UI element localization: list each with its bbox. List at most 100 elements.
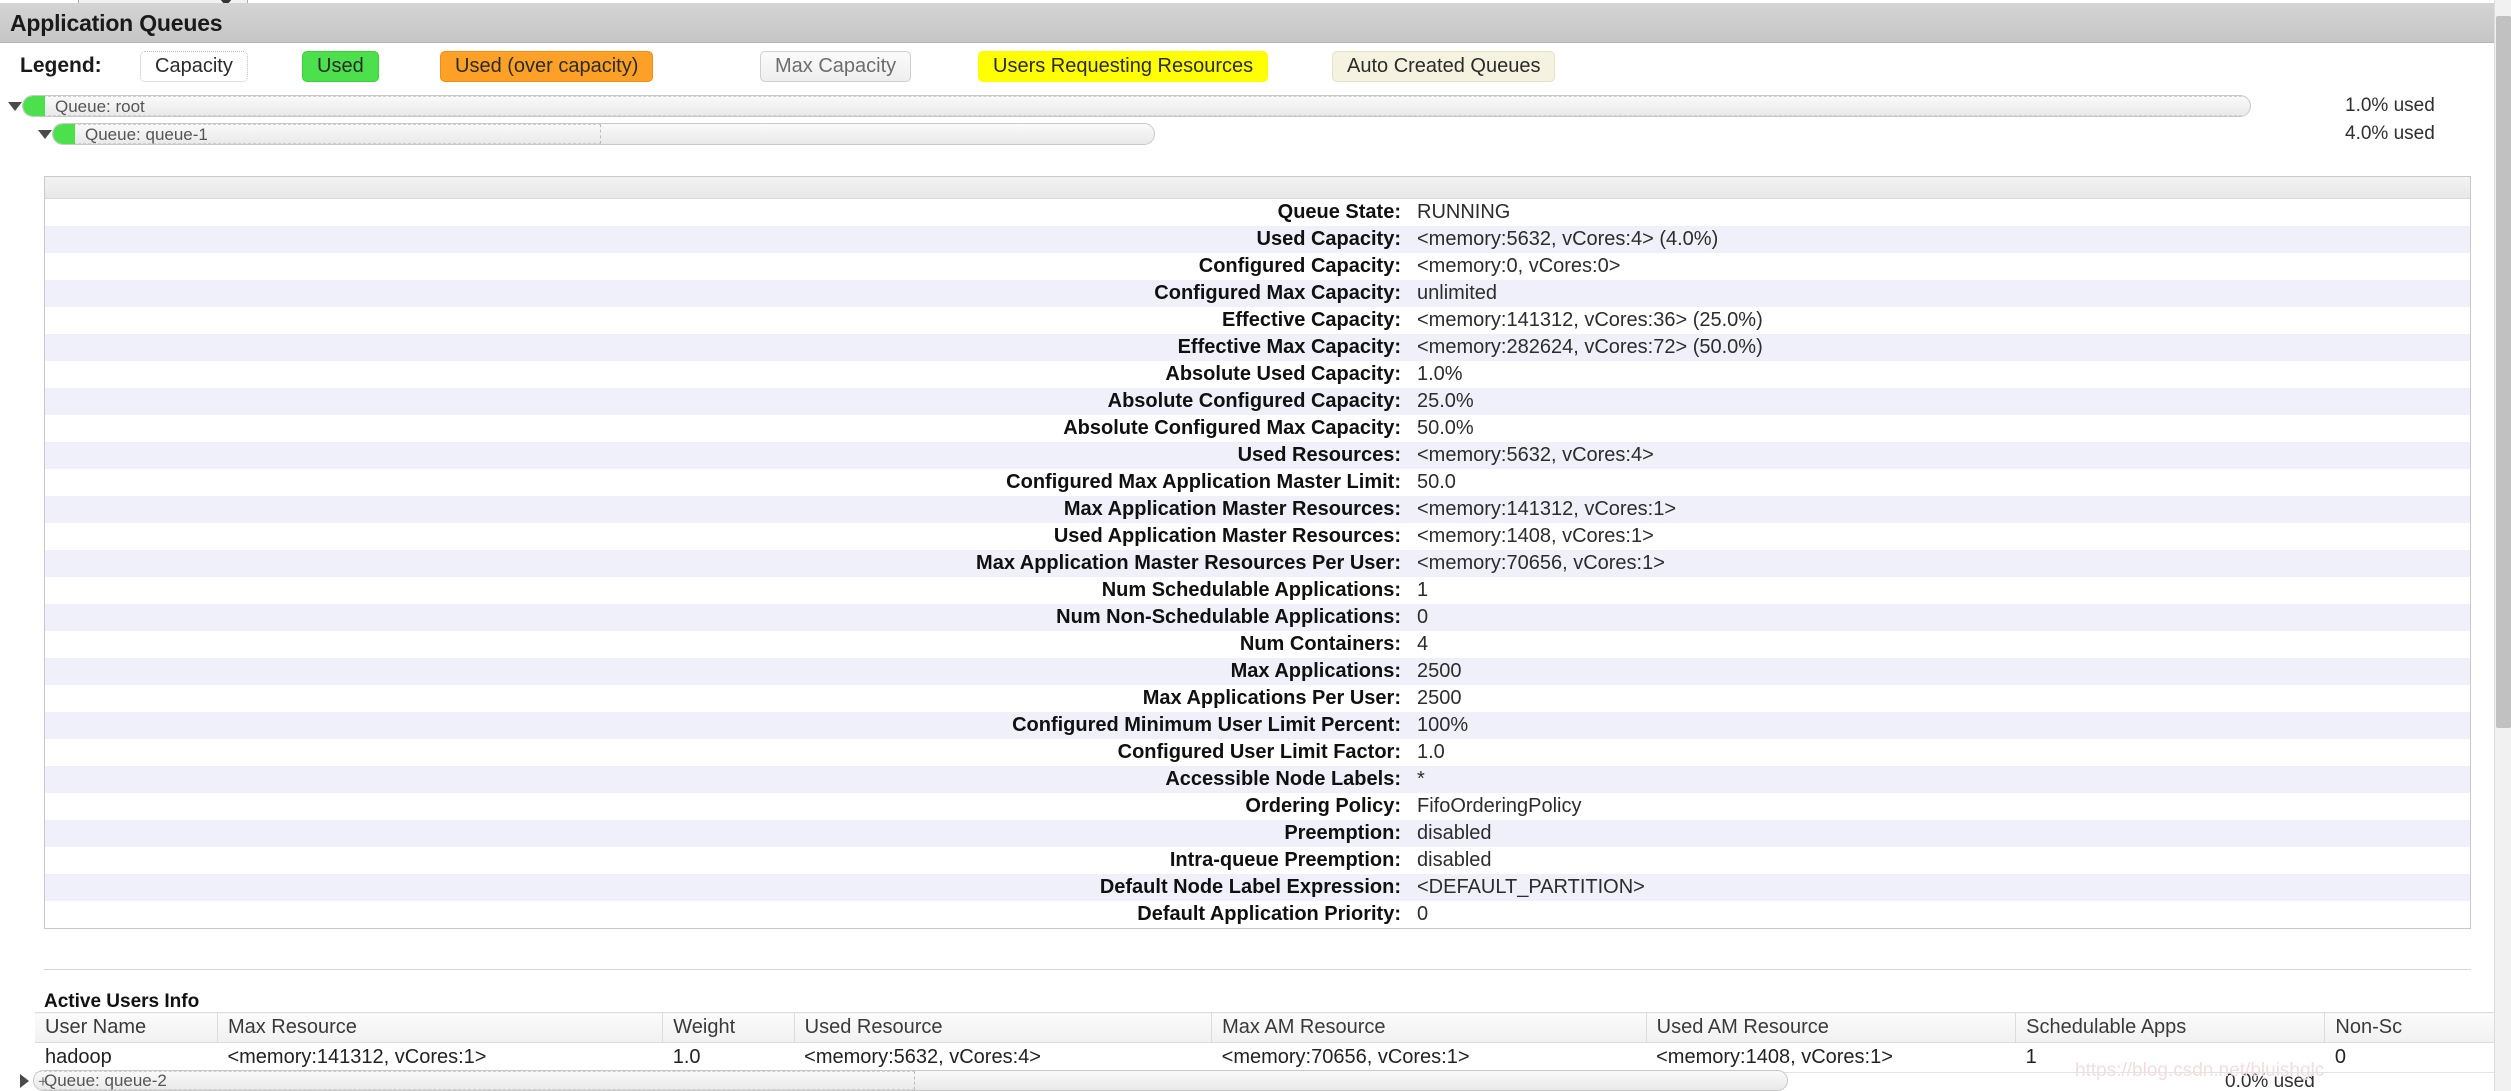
- queue-detail-value: 4: [1417, 633, 1429, 655]
- queue-detail-key: Configured Max Application Master Limit:: [1006, 471, 1401, 493]
- queue-used-capacity-root: [23, 96, 45, 116]
- cell-max-am-resource: <memory:70656, vCores:1>: [1211, 1042, 1647, 1073]
- queue-detail-value: 1.0: [1417, 741, 1445, 763]
- queue-detail-key: Default Application Priority:: [1137, 903, 1401, 925]
- queue-detail-row: Effective Capacity: <memory:141312, vCore…: [45, 307, 2470, 334]
- queue-label-queue-1: Queue: queue-1: [85, 125, 208, 144]
- queue-detail-value: 50.0%: [1417, 417, 1474, 439]
- expand-toggle-queue-2-icon[interactable]: [20, 1074, 29, 1088]
- queue-detail-row: Effective Max Capacity: <memory:282624, v…: [45, 334, 2470, 361]
- queue-detail-row: Max Application Master Resources Per Use…: [45, 550, 2470, 577]
- queue-detail-value: disabled: [1417, 822, 1492, 844]
- queue-detail-key: Configured Minimum User Limit Percent:: [1012, 714, 1401, 736]
- queue-detail-row: Ordering Policy: FifoOrderingPolicy: [45, 793, 2470, 820]
- column-header-weight[interactable]: Weight: [662, 1012, 795, 1043]
- expand-toggle-root-icon[interactable]: [8, 102, 22, 111]
- queue-detail-value: 100%: [1417, 714, 1469, 736]
- legend-item-auto-created: Auto Created Queues: [1332, 51, 1556, 82]
- queue-detail-value: 25.0%: [1417, 390, 1474, 412]
- queue-detail-value: <memory:0, vCores:0>: [1417, 255, 1621, 277]
- queue-detail-key: Accessible Node Labels:: [1165, 768, 1401, 790]
- queue-detail-row: Absolute Configured Max Capacity: 50.0%: [45, 415, 2470, 442]
- column-header-used-resource[interactable]: Used Resource: [794, 1012, 1213, 1043]
- queue-detail-value: RUNNING: [1417, 201, 1511, 223]
- queue-detail-value: 2500: [1417, 687, 1462, 709]
- queue-detail-value: *: [1417, 768, 1425, 790]
- cell-non-schedulable: 0: [2324, 1042, 2511, 1073]
- column-header-schedulable-apps[interactable]: Schedulable Apps: [2015, 1012, 2326, 1043]
- page-title: Application Queues: [10, 10, 223, 36]
- queue-bar-root[interactable]: Queue: root: [22, 95, 2251, 117]
- queue-detail-key: Intra-queue Preemption:: [1169, 849, 1401, 871]
- active-users-title: Active Users Info: [44, 991, 200, 1012]
- table-row: hadoop <memory:141312, vCores:1> 1.0 <me…: [35, 1042, 2511, 1073]
- expand-toggle-queue-1-icon[interactable]: [38, 130, 52, 139]
- queue-detail-key: Queue State:: [1277, 201, 1401, 223]
- queue-tree: Queue: root 1.0% used Queue: queue-1 4.0…: [0, 93, 2511, 149]
- active-users-table: User Name Max Resource Weight Used Resou…: [35, 1012, 2511, 1073]
- queue-detail-row: Used Capacity: <memory:5632, vCores:4> (4…: [45, 226, 2470, 253]
- queue-detail-key: Absolute Used Capacity:: [1165, 363, 1401, 385]
- queue-detail-row: Queue State: RUNNING: [45, 199, 2470, 226]
- queue-detail-row: Absolute Used Capacity: 1.0%: [45, 361, 2470, 388]
- queue-detail-value: <memory:70656, vCores:1>: [1417, 552, 1665, 574]
- cell-used-resource: <memory:5632, vCores:4>: [794, 1042, 1212, 1073]
- queue-used-percent-queue-2: 0.0% used: [2225, 1071, 2315, 1091]
- queue-detail-row: Default Node Label Expression: <DEFAULT_P…: [45, 874, 2470, 901]
- queue-detail-table: Queue State: RUNNING Used Capacity: <memory…: [45, 199, 2470, 928]
- panel-divider: [44, 969, 2471, 970]
- column-header-max-resource[interactable]: Max Resource: [217, 1012, 664, 1043]
- column-header-user-name[interactable]: User Name: [35, 1012, 218, 1043]
- queue-detail-row: Configured Max Application Master Limit:…: [45, 469, 2470, 496]
- queue-row-queue-1[interactable]: Queue: queue-1 4.0% used: [0, 121, 2511, 149]
- legend: Legend: Capacity Used Used (over capacit…: [0, 44, 2511, 88]
- queue-detail-row: Default Application Priority: 0: [45, 901, 2470, 928]
- queue-row-queue-2[interactable]: Queue: queue-2 +: [0, 1070, 2511, 1091]
- queue-detail-key: Absolute Configured Capacity:: [1107, 390, 1401, 412]
- queue-bar-queue-1[interactable]: Queue: queue-1: [52, 123, 1155, 145]
- queue-detail-row: Used Resources: <memory:5632, vCores:4>: [45, 442, 2470, 469]
- queue-detail-value: 1.0%: [1417, 363, 1463, 385]
- scrollbar-thumb[interactable]: [2496, 16, 2511, 728]
- page-header: Application Queues: [0, 3, 2511, 43]
- queue-detail-key: Num Schedulable Applications:: [1101, 579, 1401, 601]
- queue-detail-value: <DEFAULT_PARTITION>: [1417, 876, 1645, 898]
- column-header-max-am-resource[interactable]: Max AM Resource: [1211, 1012, 1647, 1043]
- queue-detail-value: disabled: [1417, 849, 1492, 871]
- queue-detail-key: Preemption:: [1284, 822, 1401, 844]
- legend-item-used: Used: [302, 51, 379, 82]
- queue-detail-row: Accessible Node Labels: *: [45, 766, 2470, 793]
- legend-item-max-capacity: Max Capacity: [760, 51, 912, 82]
- queue-detail-key: Max Application Master Resources:: [1063, 498, 1401, 520]
- queue-detail-key: Num Non-Schedulable Applications:: [1056, 606, 1401, 628]
- queue-detail-row: Max Applications: 2500: [45, 658, 2470, 685]
- queue-detail-row: Max Applications Per User: 2500: [45, 685, 2470, 712]
- queue-detail-value: 0: [1417, 606, 1429, 628]
- queue-configured-capacity-root: [23, 96, 2250, 116]
- queue-detail-key: Used Application Master Resources:: [1053, 525, 1401, 547]
- queue-detail-row: Absolute Configured Capacity: 25.0%: [45, 388, 2470, 415]
- cell-max-resource: <memory:141312, vCores:1>: [217, 1042, 663, 1073]
- queue-detail-row: Num Containers: 4: [45, 631, 2470, 658]
- queue-detail-value: <memory:5632, vCores:4>: [1417, 444, 1654, 466]
- queue-detail-key: Max Application Master Resources Per Use…: [976, 552, 1401, 574]
- column-header-used-am-resource[interactable]: Used AM Resource: [1646, 1012, 2017, 1043]
- column-header-non-schedulable[interactable]: Non-Sc: [2324, 1012, 2511, 1043]
- cell-schedulable-apps: 1: [2015, 1042, 2325, 1073]
- queue-detail-row: Num Schedulable Applications: 1: [45, 577, 2470, 604]
- queue-detail-value: <memory:141312, vCores:36> (25.0%): [1417, 309, 1763, 331]
- queue-detail-value: 2500: [1417, 660, 1462, 682]
- queue-row-root[interactable]: Queue: root 1.0% used: [0, 93, 2511, 121]
- queue-detail-key: Effective Capacity:: [1222, 309, 1401, 331]
- queue-detail-key: Configured User Limit Factor:: [1117, 741, 1401, 763]
- queue-detail-key: Ordering Policy:: [1245, 795, 1401, 817]
- queue-used-capacity-queue-1: [53, 124, 75, 144]
- queue-bar-queue-2[interactable]: Queue: queue-2: [33, 1070, 1788, 1091]
- queue-detail-value: <memory:141312, vCores:1>: [1417, 498, 1677, 520]
- vertical-scrollbar[interactable]: [2494, 0, 2511, 1091]
- queue-detail-value: FifoOrderingPolicy: [1417, 795, 1582, 817]
- queue-detail-key: Configured Capacity:: [1198, 255, 1401, 277]
- queue-detail-row: Configured Minimum User Limit Percent: 10…: [45, 712, 2470, 739]
- legend-item-users-request: Users Requesting Resources: [978, 51, 1269, 82]
- queue-detail-key: Max Applications Per User:: [1142, 687, 1401, 709]
